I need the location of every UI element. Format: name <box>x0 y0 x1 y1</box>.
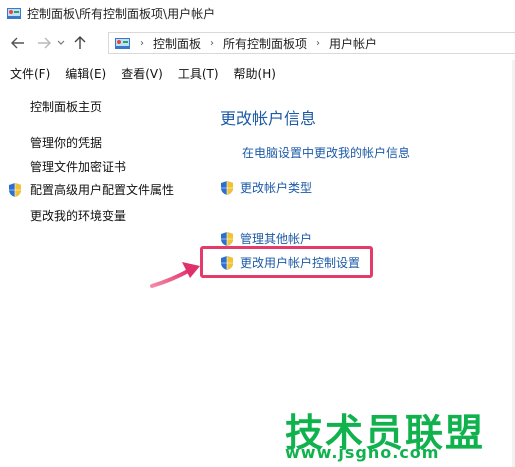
uac-shield-icon <box>221 231 233 246</box>
up-button[interactable] <box>70 32 90 54</box>
link-change-account-in-pc-settings[interactable]: 在电脑设置中更改我的帐户信息 <box>242 144 410 161</box>
breadcrumb-separator[interactable]: › <box>140 38 144 49</box>
window-title: 控制面板\所有控制面板项\用户帐户 <box>27 6 216 21</box>
up-arrow-icon <box>74 36 86 49</box>
menu-view[interactable]: 查看(V) <box>121 65 163 82</box>
control-panel-icon <box>115 38 130 49</box>
sidebar-control-panel-home[interactable]: 控制面板主页 <box>30 98 102 115</box>
uac-shield-icon <box>221 180 233 195</box>
pointer-arrow-icon <box>150 262 200 288</box>
forward-button[interactable] <box>34 32 54 54</box>
menu-tools[interactable]: 工具(T) <box>178 65 219 82</box>
menu-help[interactable]: 帮助(H) <box>234 65 276 82</box>
sidebar-item-advanced-profile[interactable]: 配置高级用户配置文件属性 <box>8 181 174 198</box>
breadcrumb-separator[interactable]: › <box>316 38 320 49</box>
menu-bar: 文件(F) 编辑(E) 查看(V) 工具(T) 帮助(H) <box>0 62 515 84</box>
breadcrumb-all-items[interactable]: 所有控制面板项 <box>223 35 307 52</box>
menu-edit[interactable]: 编辑(E) <box>65 65 106 82</box>
breadcrumb-control-panel[interactable]: 控制面板 <box>153 35 201 52</box>
watermark-url: www.jsgho.com <box>285 443 440 462</box>
forward-arrow-icon <box>38 37 51 49</box>
chevron-down-icon <box>57 40 65 45</box>
menu-file[interactable]: 文件(F) <box>10 65 50 82</box>
link-change-account-type[interactable]: 更改帐户类型 <box>220 179 312 196</box>
breadcrumb-separator[interactable]: › <box>210 38 214 49</box>
sidebar-item-label: 配置高级用户配置文件属性 <box>30 183 175 197</box>
link-label: 更改帐户类型 <box>240 181 313 195</box>
link-label: 管理其他帐户 <box>240 232 313 246</box>
sidebar-item-environment-variables[interactable]: 更改我的环境变量 <box>30 207 126 224</box>
back-button[interactable] <box>8 32 28 54</box>
breadcrumb-user-accounts[interactable]: 用户帐户 <box>329 35 377 52</box>
highlight-box <box>200 246 373 278</box>
title-bar: 控制面板\所有控制面板项\用户帐户 <box>0 0 515 26</box>
link-manage-other-accounts[interactable]: 管理其他帐户 <box>220 230 312 247</box>
control-panel-icon <box>7 8 21 19</box>
sidebar-item-manage-credentials[interactable]: 管理你的凭据 <box>30 134 102 151</box>
sidebar-item-file-encryption[interactable]: 管理文件加密证书 <box>30 158 126 175</box>
back-arrow-icon <box>11 37 24 49</box>
recent-locations-button[interactable] <box>54 32 68 54</box>
uac-shield-icon <box>9 182 21 197</box>
page-title: 更改帐户信息 <box>220 109 317 128</box>
address-bar[interactable]: › 控制面板 › 所有控制面板项 › 用户帐户 <box>108 32 515 54</box>
navigation-bar: › 控制面板 › 所有控制面板项 › 用户帐户 <box>0 30 515 56</box>
